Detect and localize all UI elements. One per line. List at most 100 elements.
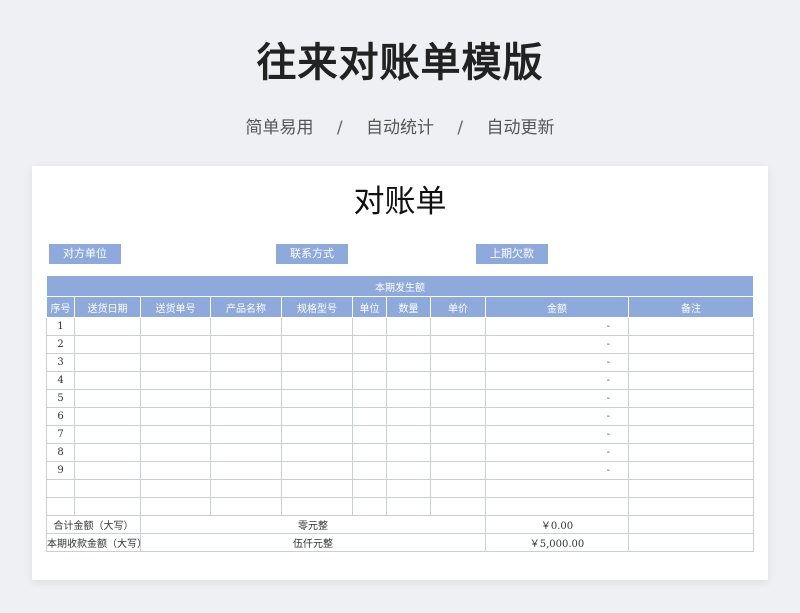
table-cell[interactable] (627, 407, 755, 426)
table-cell[interactable] (430, 353, 486, 372)
table-cell[interactable] (140, 461, 211, 480)
amount-cell[interactable]: - (485, 407, 629, 426)
table-cell[interactable] (430, 371, 486, 390)
table-cell[interactable] (281, 407, 353, 426)
table-cell[interactable] (74, 407, 141, 426)
table-cell[interactable] (140, 407, 211, 426)
table-cell[interactable] (430, 317, 486, 336)
table-cell[interactable] (210, 353, 282, 372)
table-cell[interactable] (352, 407, 387, 426)
table-cell[interactable] (430, 497, 486, 516)
amount-cell[interactable]: - (485, 371, 629, 390)
table-cell[interactable] (430, 479, 486, 498)
amount-cell[interactable] (485, 479, 629, 498)
table-cell[interactable] (627, 443, 755, 462)
table-cell[interactable] (352, 335, 387, 354)
table-cell[interactable] (210, 425, 282, 444)
table-cell[interactable] (627, 479, 755, 498)
table-cell[interactable] (140, 371, 211, 390)
table-cell[interactable] (281, 371, 353, 390)
table-cell[interactable] (74, 317, 141, 336)
table-cell[interactable] (74, 389, 141, 408)
amount-cell[interactable]: - (485, 425, 629, 444)
row-number-cell[interactable]: 7 (46, 425, 75, 444)
table-cell[interactable] (74, 443, 141, 462)
amount-cell[interactable]: - (485, 353, 629, 372)
table-cell[interactable] (74, 497, 141, 516)
row-number-cell[interactable]: 1 (46, 317, 75, 336)
table-cell[interactable] (210, 389, 282, 408)
table-cell[interactable] (627, 317, 755, 336)
row-number-cell[interactable]: 2 (46, 335, 75, 354)
amount-cell[interactable]: - (485, 389, 629, 408)
table-cell[interactable] (74, 335, 141, 354)
table-cell[interactable] (210, 443, 282, 462)
table-cell[interactable] (386, 389, 431, 408)
table-cell[interactable] (352, 443, 387, 462)
table-cell[interactable] (352, 497, 387, 516)
table-cell[interactable] (627, 371, 755, 390)
row-number-cell[interactable]: 8 (46, 443, 75, 462)
table-cell[interactable] (74, 461, 141, 480)
table-cell[interactable] (386, 335, 431, 354)
row-number-cell[interactable] (46, 497, 75, 516)
table-cell[interactable] (352, 317, 387, 336)
table-cell[interactable] (210, 371, 282, 390)
table-cell[interactable] (627, 353, 755, 372)
table-cell[interactable] (627, 335, 755, 354)
table-cell[interactable] (140, 497, 211, 516)
table-cell[interactable] (627, 461, 755, 480)
table-cell[interactable] (210, 407, 282, 426)
table-cell[interactable] (386, 443, 431, 462)
table-cell[interactable] (210, 497, 282, 516)
table-cell[interactable] (430, 335, 486, 354)
table-cell[interactable] (627, 389, 755, 408)
table-cell[interactable] (352, 389, 387, 408)
row-number-cell[interactable]: 4 (46, 371, 75, 390)
row-number-cell[interactable]: 6 (46, 407, 75, 426)
table-cell[interactable] (386, 497, 431, 516)
table-cell[interactable] (281, 353, 353, 372)
table-cell[interactable] (281, 389, 353, 408)
table-cell[interactable] (352, 425, 387, 444)
amount-cell[interactable]: - (485, 461, 629, 480)
table-cell[interactable] (74, 353, 141, 372)
summary-remark-cell[interactable] (627, 515, 755, 534)
table-cell[interactable] (386, 353, 431, 372)
table-cell[interactable] (140, 317, 211, 336)
table-cell[interactable] (430, 407, 486, 426)
table-cell[interactable] (281, 317, 353, 336)
table-cell[interactable] (210, 335, 282, 354)
table-cell[interactable] (74, 479, 141, 498)
table-cell[interactable] (430, 389, 486, 408)
row-number-cell[interactable] (46, 479, 75, 498)
table-cell[interactable] (386, 407, 431, 426)
summary-remark-cell[interactable] (627, 533, 755, 552)
summary-amount[interactable]: ￥0.00 (485, 515, 629, 534)
table-cell[interactable] (352, 353, 387, 372)
table-cell[interactable] (281, 479, 353, 498)
table-cell[interactable] (386, 371, 431, 390)
row-number-cell[interactable]: 5 (46, 389, 75, 408)
table-cell[interactable] (281, 443, 353, 462)
table-cell[interactable] (430, 443, 486, 462)
table-cell[interactable] (210, 317, 282, 336)
table-cell[interactable] (627, 497, 755, 516)
row-number-cell[interactable]: 9 (46, 461, 75, 480)
table-cell[interactable] (352, 371, 387, 390)
table-cell[interactable] (386, 461, 431, 480)
table-cell[interactable] (140, 353, 211, 372)
table-cell[interactable] (281, 425, 353, 444)
table-cell[interactable] (430, 425, 486, 444)
summary-amount-words[interactable]: 伍仟元整 (140, 533, 486, 552)
table-cell[interactable] (281, 497, 353, 516)
row-number-cell[interactable]: 3 (46, 353, 75, 372)
table-cell[interactable] (210, 479, 282, 498)
table-cell[interactable] (140, 479, 211, 498)
amount-cell[interactable]: - (485, 443, 629, 462)
amount-cell[interactable]: - (485, 335, 629, 354)
table-cell[interactable] (386, 317, 431, 336)
table-cell[interactable] (281, 335, 353, 354)
amount-cell[interactable] (485, 497, 629, 516)
table-cell[interactable] (140, 425, 211, 444)
